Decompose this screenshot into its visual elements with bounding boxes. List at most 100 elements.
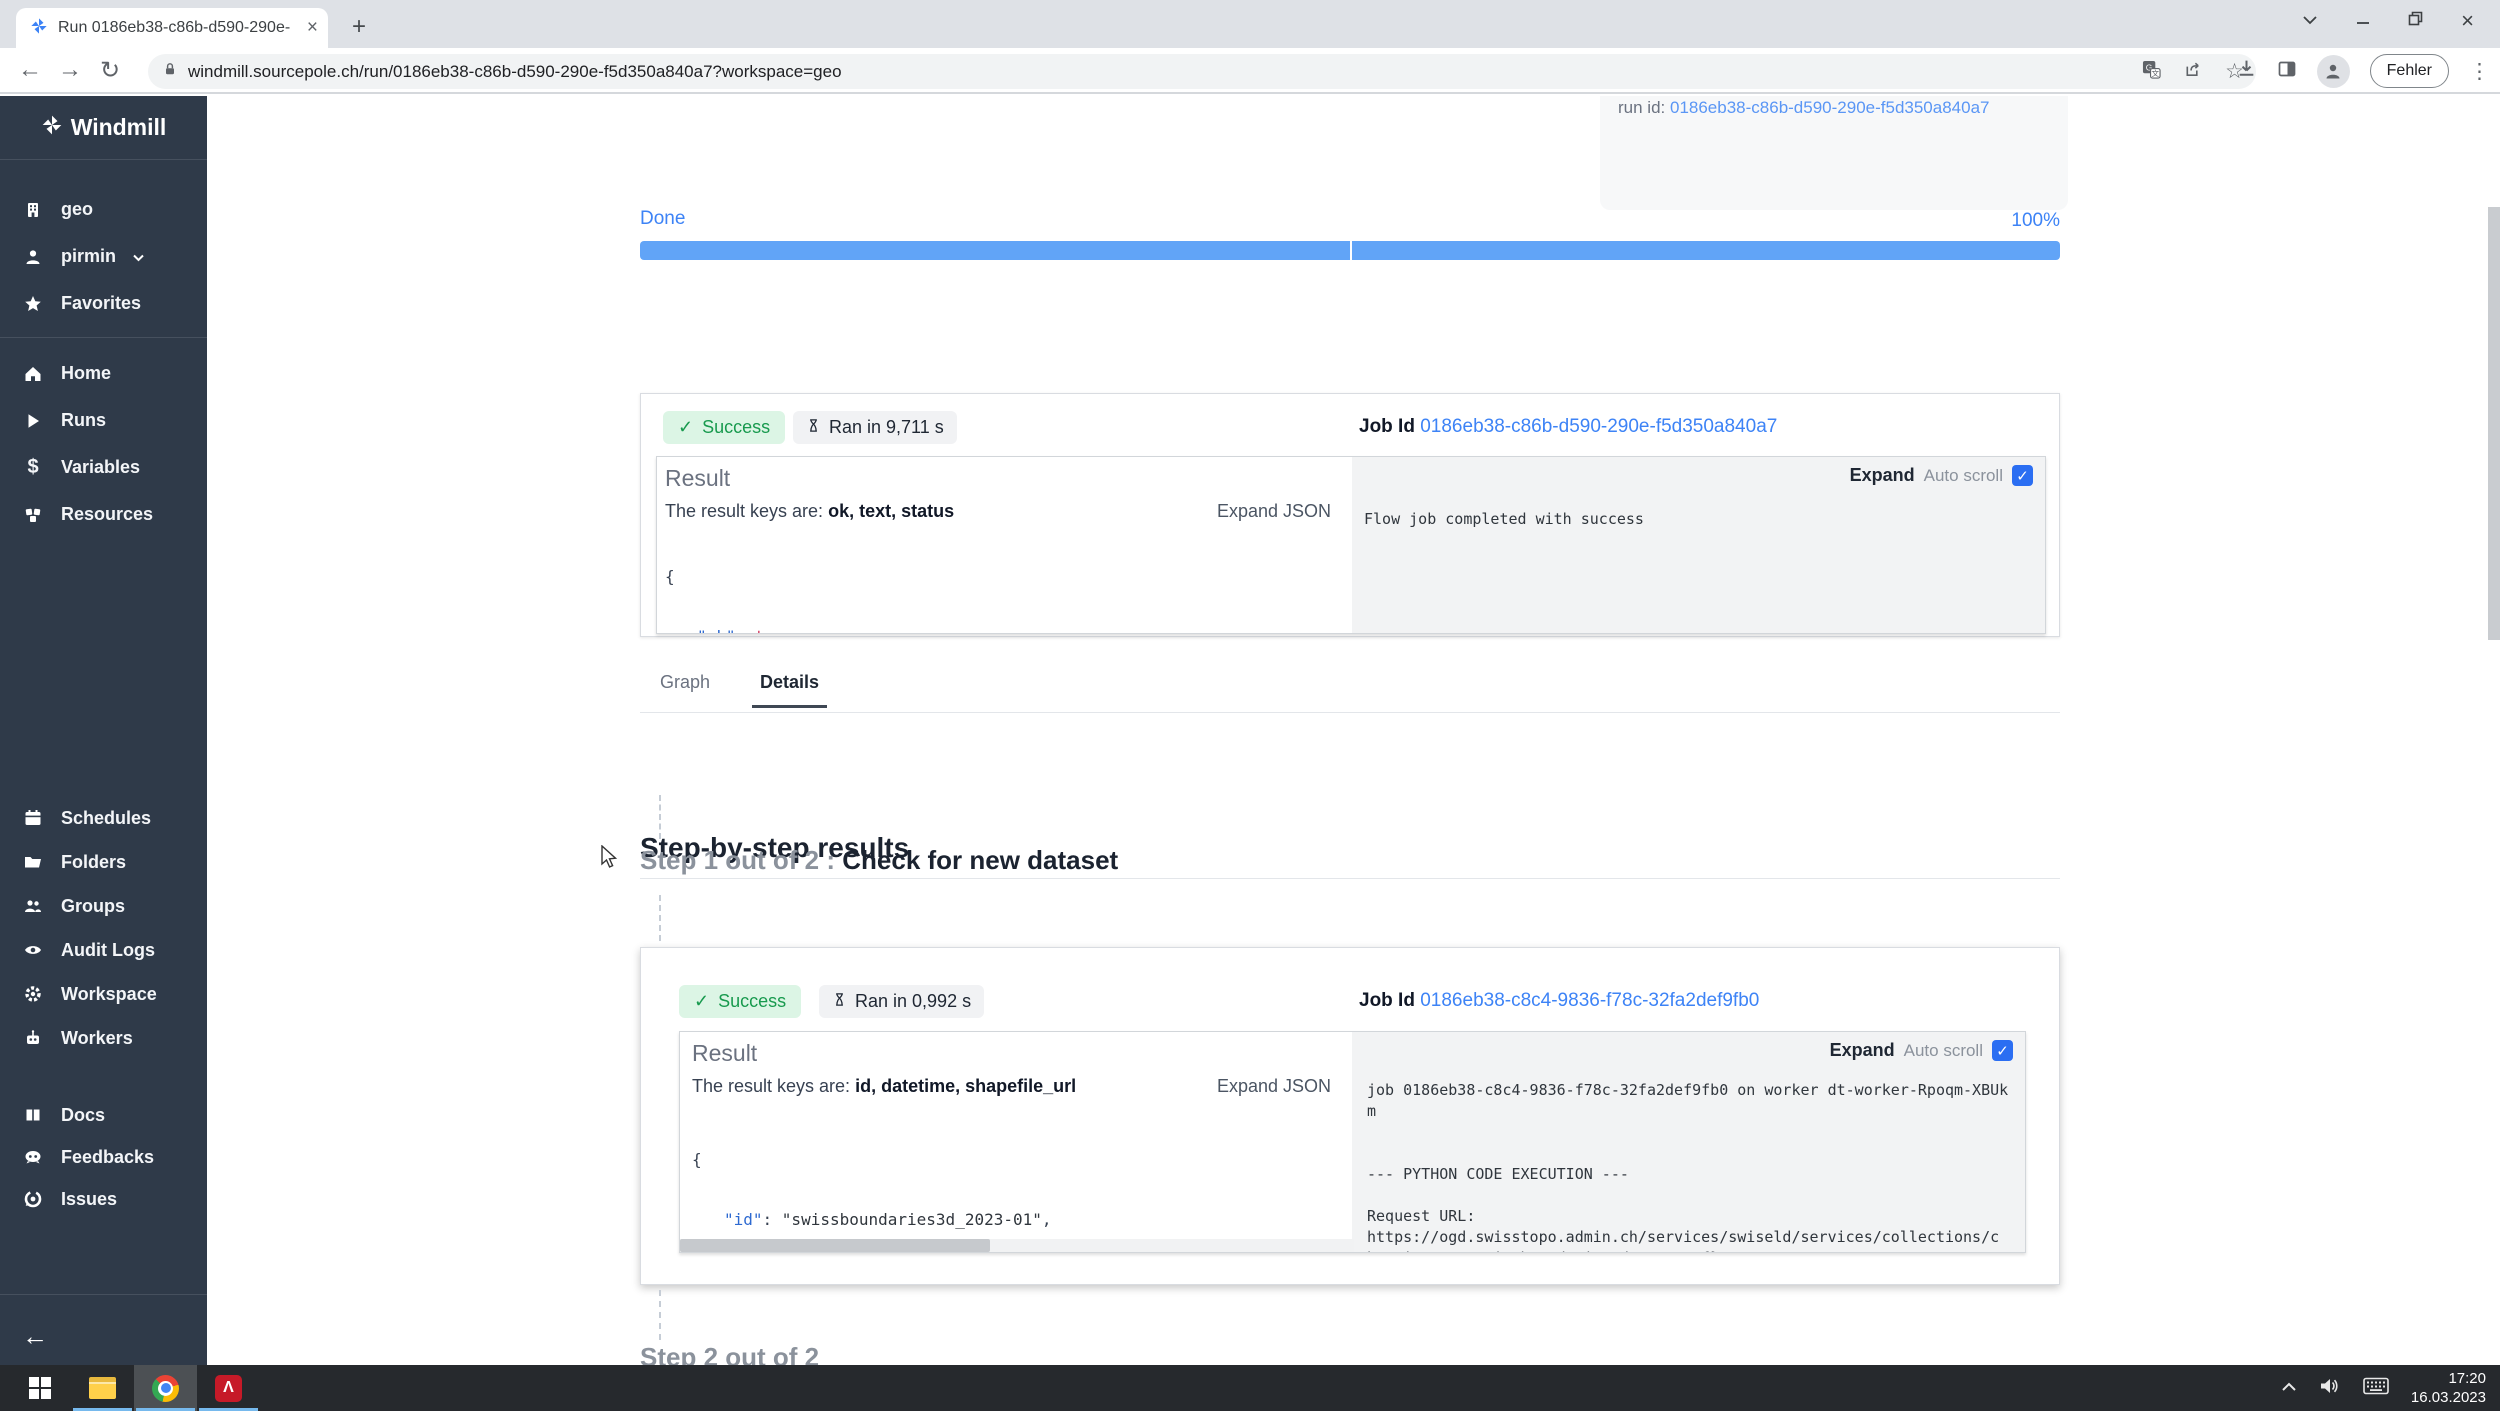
- keyboard-icon[interactable]: [2363, 1377, 2389, 1400]
- tab-close-icon[interactable]: ×: [307, 17, 318, 39]
- window-close-button[interactable]: ×: [2461, 8, 2474, 34]
- building-icon: [22, 200, 44, 220]
- arrow-left-icon: ←: [22, 1321, 48, 1352]
- step1-success-badge: ✓ Success: [679, 985, 801, 1018]
- collapse-sidebar-button[interactable]: ←: [0, 1307, 207, 1365]
- autoscroll-label: Auto scroll: [1924, 466, 2003, 486]
- horizontal-scrollbar-thumb[interactable]: [680, 1239, 990, 1252]
- window-restore-button[interactable]: [2408, 11, 2423, 31]
- flow-job-id: Job Id 0186eb38-c86b-d590-290e-f5d350a84…: [1359, 416, 1777, 438]
- sidebar-item-schedules[interactable]: Schedules: [0, 796, 207, 840]
- sidebar-item-workspace-geo[interactable]: geo: [0, 186, 207, 233]
- run-id-value[interactable]: 0186eb38-c86b-d590-290e-f5d350a840a7: [1670, 98, 1990, 117]
- browser-tab[interactable]: Run 0186eb38-c86b-d590-290e- ×: [16, 8, 328, 48]
- step1-job-id: Job Id 0186eb38-c8c4-9836-f78c-32fa2def9…: [1359, 990, 1759, 1012]
- sidebar-item-label: Resources: [61, 504, 153, 525]
- share-icon[interactable]: [2183, 60, 2203, 84]
- download-icon[interactable]: [2236, 58, 2257, 84]
- home-icon: [22, 364, 44, 384]
- flow-success-badge: ✓ Success: [663, 411, 785, 444]
- sidebar-item-docs[interactable]: Docs: [0, 1094, 207, 1136]
- step1-duration-badge: Ran in 0,992 s: [819, 985, 984, 1018]
- profile-avatar[interactable]: [2317, 55, 2350, 88]
- acrobat-icon: Λ: [215, 1375, 242, 1402]
- sidebar-item-feedbacks[interactable]: Feedbacks: [0, 1136, 207, 1178]
- flow-expand-controls: Expand Auto scroll ✓: [1850, 465, 2033, 486]
- sidebar-item-user[interactable]: pirmin: [0, 233, 207, 280]
- chrome-icon: [152, 1375, 179, 1402]
- window-minimize-button[interactable]: [2356, 12, 2370, 30]
- reload-icon[interactable]: ↻: [90, 56, 130, 85]
- windows-logo-icon: [29, 1377, 51, 1399]
- eye-icon: [22, 940, 44, 960]
- tab-title: Run 0186eb38-c86b-d590-290e-: [58, 19, 301, 37]
- forward-icon[interactable]: →: [50, 56, 90, 84]
- main-content: run id: 0186eb38-c86b-d590-290e-f5d350a8…: [207, 96, 2500, 1365]
- clock-date: 16.03.2023: [2411, 1388, 2486, 1407]
- taskbar-file-explorer[interactable]: [71, 1365, 134, 1411]
- sidebar-item-label: Home: [61, 363, 111, 384]
- flow-expand-json-button[interactable]: Expand JSON: [1217, 501, 1331, 522]
- screen: Run 0186eb38-c86b-d590-290e- × + × ← → ↻…: [0, 0, 2500, 1411]
- sidebar-item-label: Schedules: [61, 808, 151, 829]
- cubes-icon: [22, 505, 44, 525]
- hourglass-icon: [832, 991, 847, 1013]
- sidebar-item-resources[interactable]: Resources: [0, 491, 207, 538]
- star-icon: [22, 294, 44, 314]
- sidebar-item-audit-logs[interactable]: Audit Logs: [0, 928, 207, 972]
- browser-titlebar: Run 0186eb38-c86b-d590-290e- × + ×: [0, 0, 2500, 48]
- windmill-logo[interactable]: Windmill: [0, 96, 207, 160]
- sidebar-item-label: Audit Logs: [61, 940, 155, 961]
- sidebar-item-groups[interactable]: Groups: [0, 884, 207, 928]
- flow-connector-line: [659, 795, 661, 839]
- sidebar-item-label: Groups: [61, 896, 125, 917]
- dollar-icon: $: [22, 456, 44, 479]
- tab-details[interactable]: Details: [752, 672, 827, 708]
- address-bar[interactable]: windmill.sourcepole.ch/run/0186eb38-c86b…: [148, 54, 2256, 89]
- taskbar-clock[interactable]: 17:20 16.03.2023: [2411, 1369, 2486, 1407]
- error-status-button[interactable]: Fehler: [2370, 54, 2449, 88]
- tab-graph[interactable]: Graph: [660, 672, 710, 708]
- taskbar-chrome[interactable]: [134, 1365, 197, 1411]
- new-tab-button[interactable]: +: [344, 12, 374, 42]
- step1-job-id-link[interactable]: 0186eb38-c8c4-9836-f78c-32fa2def9fb0: [1420, 990, 1759, 1011]
- progress-bar: [640, 241, 2060, 260]
- autoscroll-checkbox[interactable]: ✓: [2012, 465, 2033, 486]
- tray-chevron-up-icon[interactable]: [2281, 1379, 2297, 1397]
- run-id-label: run id:: [1618, 98, 1670, 117]
- step2-heading: Step 2 out of 2: [640, 1342, 819, 1365]
- expand-button[interactable]: Expand: [1830, 1040, 1895, 1061]
- taskbar-acrobat[interactable]: Λ: [197, 1365, 260, 1411]
- window-chevron-down-icon[interactable]: [2302, 12, 2318, 30]
- sidebar-item-runs[interactable]: Runs: [0, 397, 207, 444]
- flow-result-card: ✓ Success Ran in 9,711 s Job Id 0186eb38…: [640, 393, 2060, 637]
- sidebar-item-variables[interactable]: $ Variables: [0, 444, 207, 491]
- step1-expand-json-button[interactable]: Expand JSON: [1217, 1076, 1331, 1097]
- translate-icon[interactable]: G文: [2142, 60, 2161, 84]
- clock-time: 17:20: [2411, 1369, 2486, 1388]
- sidebar-item-favorites[interactable]: Favorites: [0, 280, 207, 327]
- autoscroll-checkbox[interactable]: ✓: [1992, 1040, 2013, 1061]
- sidebar-item-issues[interactable]: Issues: [0, 1178, 207, 1220]
- sidebar-item-workspace-settings[interactable]: Workspace: [0, 972, 207, 1016]
- result-label: Result: [665, 465, 730, 492]
- flow-job-id-link[interactable]: 0186eb38-c86b-d590-290e-f5d350a840a7: [1420, 416, 1777, 437]
- windmill-pinwheel-icon: [41, 114, 63, 142]
- side-panel-icon[interactable]: [2277, 59, 2297, 84]
- result-label: Result: [692, 1040, 757, 1067]
- browser-menu-icon[interactable]: ⋮: [2469, 59, 2490, 84]
- horizontal-scrollbar[interactable]: [680, 1239, 1354, 1252]
- vertical-scrollbar-thumb[interactable]: [2488, 207, 2500, 640]
- flow-result-box: Result The result keys are: ok, text, st…: [656, 456, 2046, 634]
- sidebar-item-home[interactable]: Home: [0, 350, 207, 397]
- start-button[interactable]: [8, 1365, 71, 1411]
- sidebar-divider: [0, 337, 207, 338]
- calendar-icon: [22, 808, 44, 828]
- sidebar-item-workers[interactable]: Workers: [0, 1016, 207, 1060]
- sidebar-item-folders[interactable]: Folders: [0, 840, 207, 884]
- back-icon[interactable]: ←: [10, 56, 50, 84]
- step1-result-json: { "id": "swissboundaries3d_2023-01", "da…: [692, 1110, 1352, 1253]
- volume-icon[interactable]: [2319, 1377, 2341, 1400]
- expand-button[interactable]: Expand: [1850, 465, 1915, 486]
- sidebar-item-label: Favorites: [61, 293, 141, 314]
